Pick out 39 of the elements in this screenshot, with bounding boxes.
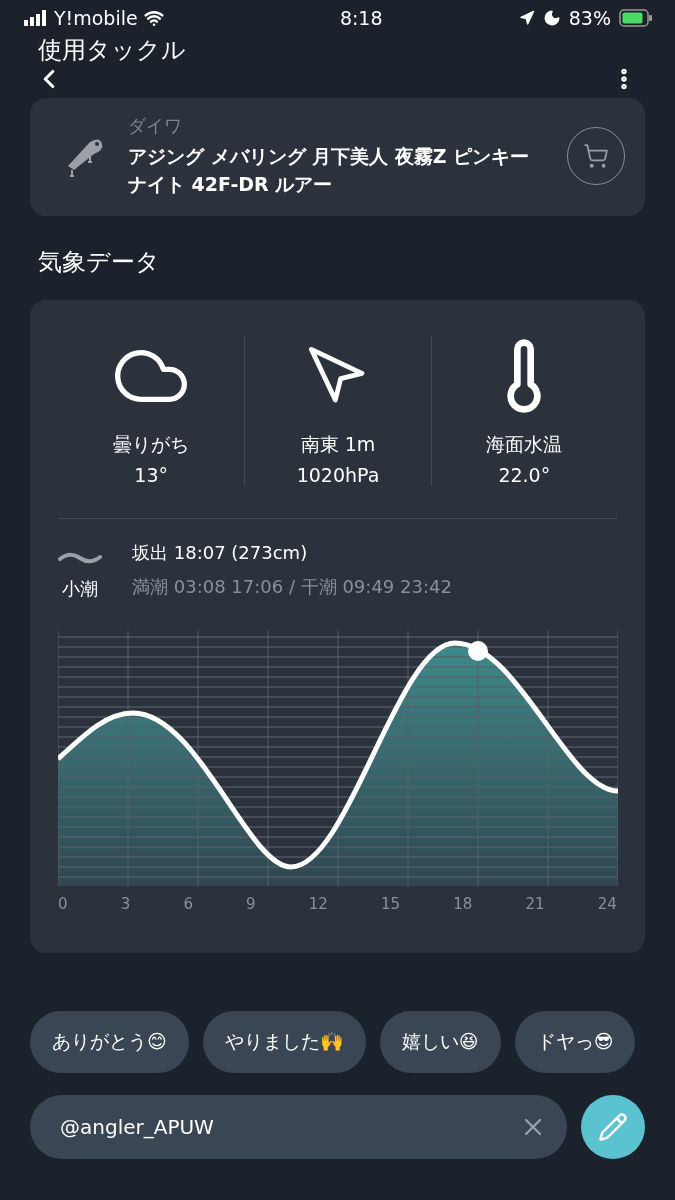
weather-label: 曇りがち bbox=[113, 432, 190, 457]
axis-label: 0 bbox=[58, 895, 68, 913]
wave-icon bbox=[58, 551, 102, 565]
section-title: 気象データ bbox=[37, 247, 161, 278]
wifi-icon bbox=[143, 8, 164, 28]
moon-icon bbox=[542, 9, 561, 27]
reaction-chip[interactable]: 嬉しい😆 bbox=[379, 1011, 501, 1073]
axis-label: 12 bbox=[308, 895, 328, 913]
weather-value: 22.0° bbox=[498, 464, 551, 486]
clock: 8:18 bbox=[339, 7, 383, 29]
pencil-icon bbox=[598, 1112, 628, 1142]
product-name: アジング メバリング 月下美人 夜霧Z ピンキーナイト 42F-DR ルアー bbox=[128, 144, 531, 197]
reaction-chip[interactable]: ドヤっ😎 bbox=[514, 1011, 636, 1073]
brand-name: ダイワ bbox=[128, 114, 183, 138]
comment-field[interactable]: @angler_APUW bbox=[30, 1095, 567, 1159]
battery-percent: 83% bbox=[568, 7, 611, 29]
reaction-chip[interactable]: やりました🙌 bbox=[202, 1011, 366, 1073]
signal-icon bbox=[24, 10, 48, 26]
axis-label: 18 bbox=[453, 895, 473, 913]
page-title: 使用タックル bbox=[37, 36, 187, 64]
weather-value: 1020hPa bbox=[296, 464, 380, 486]
axis-label: 3 bbox=[120, 895, 131, 913]
battery-icon bbox=[619, 9, 653, 27]
tide-times: 満潮 03:08 17:06 / 干潮 09:49 23:42 bbox=[132, 575, 452, 599]
axis-label: 15 bbox=[381, 895, 401, 913]
tide-type: 小潮 bbox=[62, 577, 98, 601]
weather-label: 南東 1m bbox=[300, 432, 376, 457]
cart-icon bbox=[583, 143, 609, 169]
tide-location-time: 坂出 18:07 (273cm) bbox=[132, 541, 309, 565]
reaction-chip[interactable]: ありがとう😊 bbox=[30, 1011, 189, 1073]
location-icon bbox=[518, 10, 535, 26]
axis-label: 9 bbox=[246, 895, 256, 913]
weather-label: 海面水温 bbox=[486, 432, 563, 457]
weather-value: 13° bbox=[134, 464, 168, 486]
carrier-name: Y!mobile bbox=[54, 7, 138, 29]
field-value: @angler_APUW bbox=[60, 1115, 214, 1139]
axis-label: 24 bbox=[597, 895, 617, 913]
axis-label: 21 bbox=[525, 895, 545, 913]
axis-label: 6 bbox=[183, 895, 193, 913]
